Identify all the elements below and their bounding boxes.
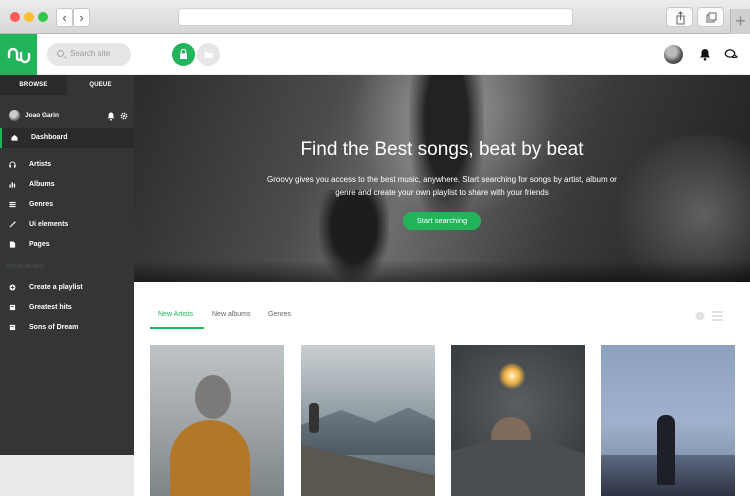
tab-genres[interactable]: Genres — [268, 311, 291, 318]
hero-description: Groovy gives you access to the best musi… — [267, 175, 617, 197]
sidebar-item-label: Ui elements — [29, 221, 69, 228]
playlist-icon — [9, 324, 16, 331]
sidebar-tabs: BROWSE QUEUE — [0, 75, 134, 95]
sidebar-item-label: Sons of Dream — [29, 324, 79, 331]
folder-icon — [204, 52, 213, 58]
search-icon — [57, 50, 64, 57]
add-circle-icon — [9, 284, 16, 291]
home-icon — [11, 134, 18, 141]
hero-floor — [134, 260, 750, 282]
artist-card[interactable] — [301, 345, 435, 496]
sidebar-item-label: Genres — [29, 201, 54, 208]
sidebar-section-label: YOUR MUSIC — [6, 264, 45, 270]
playlist-icon — [9, 304, 16, 311]
hero-banner: Find the Best songs, beat by beat Groovy… — [134, 75, 750, 282]
sidebar-item-label: Dashboard — [31, 134, 68, 141]
logo[interactable] — [0, 34, 37, 75]
headphones-icon — [9, 161, 16, 168]
artist-photo-sparkler — [499, 363, 525, 389]
active-tab-indicator — [150, 327, 204, 329]
bell-icon[interactable] — [699, 48, 711, 61]
tab-queue[interactable]: QUEUE — [67, 75, 134, 95]
sidebar-item-albums[interactable]: Albums — [0, 175, 134, 195]
sidebar-item-greatest-hits[interactable]: Greatest hits — [0, 298, 134, 318]
artist-photo-mountains — [301, 407, 435, 455]
maximize-window-button[interactable] — [38, 12, 48, 22]
chat-icon[interactable] — [724, 48, 738, 61]
folder-button[interactable] — [197, 43, 220, 66]
lock-icon — [180, 48, 187, 59]
artist-card[interactable] — [601, 345, 735, 496]
lock-button[interactable] — [172, 43, 195, 66]
sidebar-item-label: Pages — [29, 241, 50, 248]
tabs-button[interactable] — [697, 7, 724, 27]
tab-new-artists[interactable]: New Artists — [158, 311, 193, 318]
avatar[interactable] — [664, 45, 683, 64]
new-tab-button[interactable]: + — [730, 9, 750, 34]
sidebar-item-label: Artists — [29, 161, 52, 168]
notification-bell-icon[interactable] — [107, 112, 115, 121]
sidebar-item-genres[interactable]: Genres — [0, 195, 134, 215]
sidebar-item-ui-elements[interactable]: Ui elements — [0, 215, 134, 235]
user-profile[interactable]: Joao Garin — [0, 109, 134, 125]
artist-photo-sleeve — [451, 440, 585, 496]
artist-photo-silhouette — [657, 415, 675, 485]
sidebar-item-pages[interactable]: Pages — [0, 235, 134, 255]
bar-chart-icon — [9, 182, 16, 188]
sidebar-item-create-playlist[interactable]: Create a playlist — [0, 278, 134, 298]
forward-button[interactable]: › — [73, 8, 90, 27]
user-name: Joao Garin — [25, 112, 59, 119]
sidebar-item-label: Create a playlist — [29, 284, 83, 291]
sidebar-item-sons-of-dream[interactable]: Sons of Dream — [0, 318, 134, 338]
sidebar: BROWSE QUEUE Joao Garin Dashboard Artist… — [0, 75, 134, 455]
artist-card[interactable] — [150, 345, 284, 496]
artist-card[interactable] — [451, 345, 585, 496]
app-header: Search site — [0, 34, 750, 75]
search-input[interactable]: Search site — [47, 43, 131, 66]
sidebar-footer — [0, 455, 134, 496]
close-window-button[interactable] — [10, 12, 20, 22]
settings-gear-icon[interactable] — [120, 112, 128, 120]
browser-toolbar: ‹ › + — [0, 0, 750, 34]
tab-new-albums[interactable]: New albums — [212, 311, 251, 318]
sidebar-item-dashboard[interactable]: Dashboard — [0, 128, 134, 148]
tabs-icon — [706, 12, 717, 23]
sidebar-item-artists[interactable]: Artists — [0, 155, 134, 175]
artist-photo-head — [195, 375, 231, 419]
back-button[interactable]: ‹ — [56, 8, 73, 27]
address-bar[interactable] — [178, 8, 573, 26]
tab-browse[interactable]: BROWSE — [0, 75, 67, 95]
sidebar-item-label: Greatest hits — [29, 304, 72, 311]
file-icon — [9, 241, 16, 248]
sidebar-item-label: Albums — [29, 181, 55, 188]
list-view-icon[interactable] — [712, 311, 723, 321]
stumbleupon-logo-icon — [7, 47, 31, 64]
search-placeholder: Search site — [70, 49, 111, 58]
user-avatar — [9, 110, 20, 121]
start-searching-button[interactable]: Start searching — [403, 212, 481, 230]
list-icon — [9, 201, 16, 208]
main-content: New Artists New albums Genres — [134, 282, 750, 496]
magic-wand-icon — [9, 221, 16, 228]
grid-view-icon[interactable] — [695, 311, 705, 321]
share-button[interactable] — [666, 7, 693, 27]
artist-photo-jacket — [170, 420, 250, 496]
minimize-window-button[interactable] — [24, 12, 34, 22]
artist-photo-person — [309, 403, 319, 433]
share-icon — [676, 11, 685, 25]
hero-title: Find the Best songs, beat by beat — [300, 139, 584, 160]
